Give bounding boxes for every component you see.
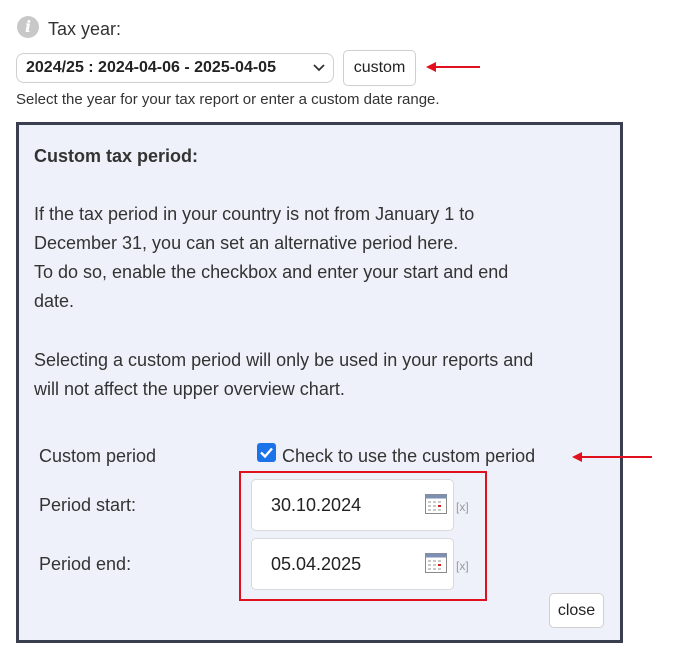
red-arrow-annotation [426, 62, 480, 72]
note-line: Selecting a custom period will only be u… [34, 350, 534, 370]
description-line: date. [34, 291, 75, 311]
info-icon[interactable]: i [17, 16, 39, 38]
note-line: will not affect the upper overview chart… [34, 379, 345, 399]
tax-year-helper-text: Select the year for your tax report or e… [16, 91, 440, 108]
description-line: If the tax period in your country is not… [34, 204, 475, 224]
tax-year-selected-value: 2024/25 : 2024-04-06 - 2025-04-05 [26, 59, 276, 76]
custom-button[interactable]: custom [343, 50, 416, 86]
description-line: December 31, you can set an alternative … [34, 233, 459, 253]
custom-period-label: Custom period [39, 446, 157, 466]
panel-title: Custom tax period: [34, 146, 199, 166]
tax-year-select[interactable]: 2024/25 : 2024-04-06 - 2025-04-05 [16, 53, 334, 83]
highlight-box-annotation [239, 471, 487, 601]
description-line: To do so, enable the checkbox and enter … [34, 262, 509, 282]
custom-period-checkbox[interactable] [257, 443, 276, 462]
red-arrow-annotation [572, 452, 652, 462]
close-button[interactable]: close [549, 593, 604, 628]
panel-note: Selecting a custom period will only be u… [34, 346, 614, 404]
panel-description: If the tax period in your country is not… [34, 200, 614, 316]
chevron-down-icon [312, 56, 326, 89]
period-start-label: Period start: [39, 495, 137, 515]
custom-period-checkbox-label[interactable]: Check to use the custom period [282, 446, 535, 467]
checkmark-icon [260, 447, 273, 459]
period-end-label: Period end: [39, 554, 132, 574]
tax-year-label: Tax year: [48, 19, 122, 39]
